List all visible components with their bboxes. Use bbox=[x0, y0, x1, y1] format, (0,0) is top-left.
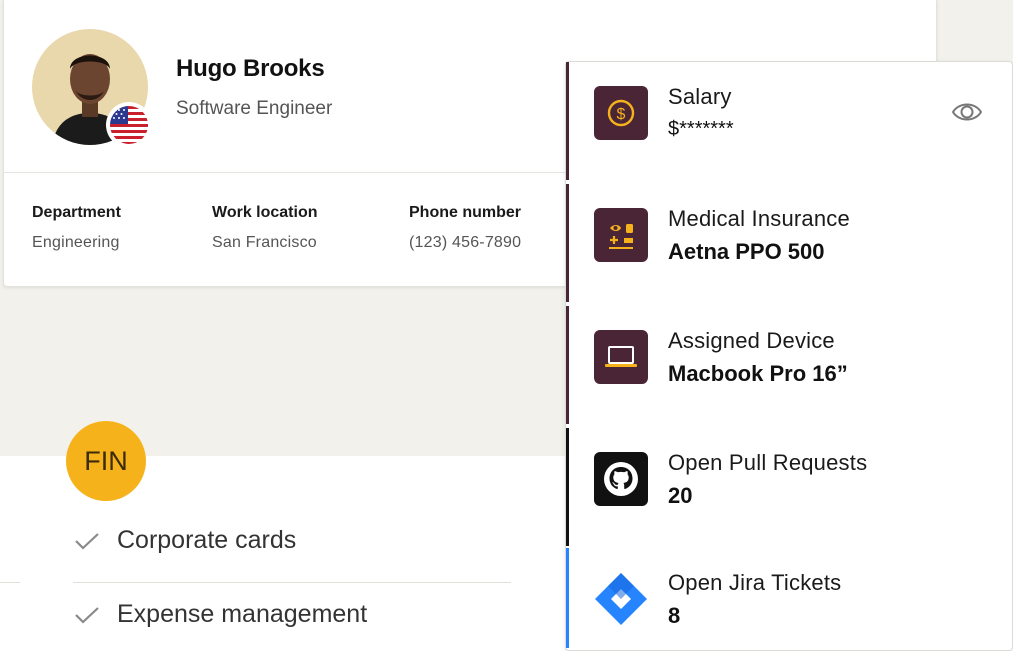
avatar-container bbox=[32, 29, 152, 148]
medical-insurance-value: Aetna PPO 500 bbox=[668, 239, 825, 264]
laptop-icon bbox=[594, 330, 648, 384]
medical-insurance-label: Medical Insurance bbox=[668, 206, 850, 231]
jira-icon bbox=[594, 572, 648, 626]
department-label: Department bbox=[32, 204, 121, 221]
work-location-label: Work location bbox=[212, 204, 318, 221]
employee-info-panel: $ Salary $******* Medical Insurance Aetn… bbox=[565, 61, 1013, 651]
department-field: Department Engineering bbox=[32, 204, 121, 252]
employee-name: Hugo Brooks bbox=[176, 55, 325, 82]
section-rule-left bbox=[0, 582, 20, 583]
info-row-salary: $ Salary $******* bbox=[566, 62, 1012, 180]
info-row-open-pull-requests[interactable]: Open Pull Requests 20 bbox=[566, 428, 1012, 546]
phone-number-value: (123) 456-7890 bbox=[409, 234, 522, 251]
open-pull-requests-label: Open Pull Requests bbox=[668, 450, 868, 475]
assigned-device-value: Macbook Pro 16” bbox=[668, 361, 848, 386]
department-value: Engineering bbox=[32, 234, 120, 251]
check-icon bbox=[75, 532, 99, 550]
check-icon bbox=[75, 606, 99, 624]
row-accent-bar bbox=[566, 62, 569, 180]
feature-corporate-cards: Corporate cards bbox=[73, 526, 296, 555]
info-row-medical-insurance[interactable]: Medical Insurance Aetna PPO 500 bbox=[566, 184, 1012, 302]
open-pull-requests-value: 20 bbox=[668, 483, 693, 508]
salary-value: $******* bbox=[668, 118, 734, 140]
svg-text:$: $ bbox=[617, 106, 626, 123]
feature-label: Expense management bbox=[117, 600, 368, 628]
github-icon bbox=[594, 452, 648, 506]
open-jira-tickets-value: 8 bbox=[668, 603, 681, 628]
feature-divider bbox=[73, 582, 511, 583]
open-jira-tickets-label: Open Jira Tickets bbox=[668, 570, 842, 595]
row-accent-bar bbox=[566, 184, 569, 302]
info-row-open-jira-tickets[interactable]: Open Jira Tickets 8 bbox=[566, 548, 1012, 648]
employee-role: Software Engineer bbox=[176, 98, 333, 119]
dollar-coin-icon: $ bbox=[594, 86, 648, 140]
phone-number-field: Phone number (123) 456-7890 bbox=[409, 204, 521, 252]
work-location-value: San Francisco bbox=[212, 234, 317, 251]
work-location-field: Work location San Francisco bbox=[212, 204, 318, 252]
feature-label: Corporate cards bbox=[117, 526, 297, 554]
fin-badge: FIN bbox=[66, 421, 146, 501]
row-accent-bar bbox=[566, 548, 569, 648]
info-row-assigned-device[interactable]: Assigned Device Macbook Pro 16” bbox=[566, 306, 1012, 424]
salary-label: Salary bbox=[668, 84, 732, 109]
eye-icon[interactable] bbox=[951, 99, 983, 125]
row-accent-bar bbox=[566, 428, 569, 546]
phone-number-label: Phone number bbox=[409, 204, 522, 221]
row-accent-bar bbox=[566, 306, 569, 424]
medical-icon bbox=[594, 208, 648, 262]
us-flag-icon bbox=[106, 102, 152, 148]
assigned-device-label: Assigned Device bbox=[668, 328, 835, 353]
feature-expense-management: Expense management bbox=[73, 600, 367, 629]
